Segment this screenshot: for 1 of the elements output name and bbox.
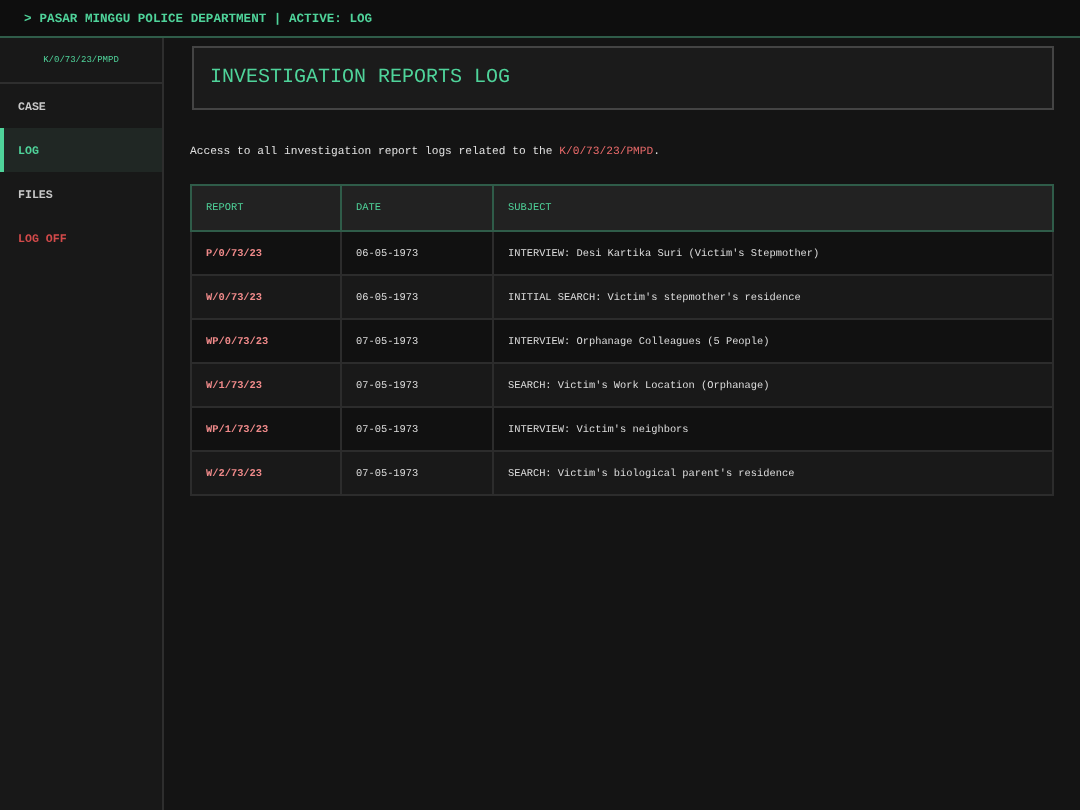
page-title: INVESTIGATION REPORTS LOG <box>192 46 1054 110</box>
